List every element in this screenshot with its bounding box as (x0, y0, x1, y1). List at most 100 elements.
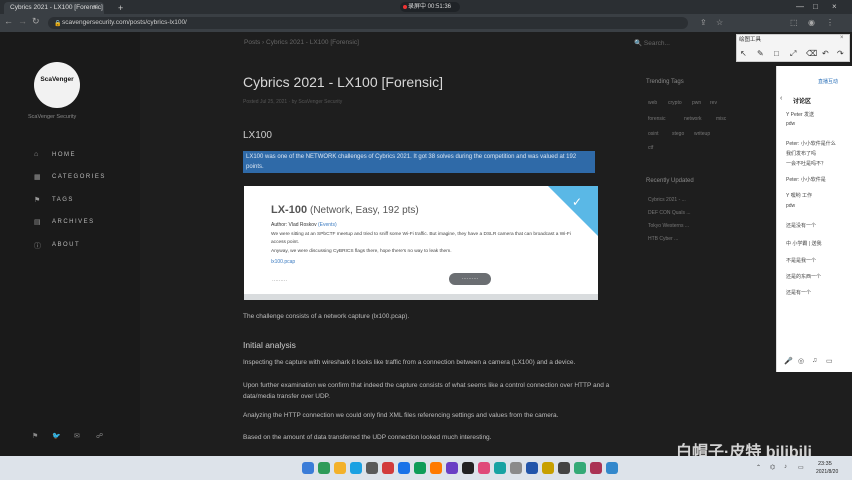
taskbar-app-icon[interactable] (606, 462, 618, 474)
minimize-button[interactable]: — (796, 2, 804, 12)
reload-icon[interactable]: ↻ (32, 16, 40, 27)
taskbar-app-icon[interactable] (590, 462, 602, 474)
site-tagline: ScaVenger Security (28, 114, 77, 120)
nav-about[interactable]: ABOUT (52, 242, 80, 248)
taskbar-app-icon[interactable] (318, 462, 330, 474)
site-logo[interactable] (34, 62, 80, 108)
tag-link[interactable]: web (648, 100, 657, 106)
submit-button[interactable]: ·········· (449, 273, 491, 285)
music-icon[interactable]: ♫ (812, 357, 817, 364)
recent-post-link[interactable]: DEF CON Quals ... (648, 210, 691, 216)
pen-icon[interactable]: ✎ (757, 49, 764, 58)
taskbar-app-icon[interactable] (430, 462, 442, 474)
chat-message: 我们发布了吗 (786, 151, 817, 157)
lock-icon[interactable]: 🔒 (54, 20, 61, 27)
tag-link[interactable]: rev (710, 100, 717, 106)
taskbar-app-icon[interactable] (414, 462, 426, 474)
tag-link[interactable]: ctf (648, 145, 653, 151)
camera-icon[interactable]: ◎ (798, 357, 804, 365)
back-arrow-icon[interactable]: ← (4, 16, 13, 26)
analysis-paragraph: Analyzing the HTTP connection we could o… (243, 412, 559, 419)
tag-link[interactable]: stego (672, 131, 684, 137)
nav-home[interactable]: HOME (52, 152, 76, 158)
recent-post-link[interactable]: Tokyo Westerns ... (648, 223, 689, 229)
tag-link[interactable]: crypto (668, 100, 682, 106)
taskbar-app-icon[interactable] (510, 462, 522, 474)
chat-tab[interactable]: 直播互动 (818, 78, 838, 85)
taskbar-app-icon[interactable] (398, 462, 410, 474)
redo-icon[interactable]: ↷ (837, 49, 844, 58)
taskbar-app-icon[interactable] (350, 462, 362, 474)
tag-link[interactable]: writeup (694, 131, 710, 137)
taskbar-app-icon[interactable] (462, 462, 474, 474)
nav-tags[interactable]: TAGS (52, 197, 74, 203)
volume-icon[interactable]: ♪ (784, 464, 787, 470)
screen-icon[interactable]: ▭ (826, 357, 833, 365)
battery-icon[interactable]: ▭ (798, 464, 804, 471)
extensions-icon[interactable]: ⬚ (790, 18, 798, 27)
network-icon[interactable]: ⌬ (770, 464, 775, 471)
star-icon[interactable]: ☆ (716, 18, 723, 27)
profile-icon[interactable]: ◉ (808, 18, 815, 27)
recent-post-link[interactable]: HTB Cyber ... (648, 236, 678, 242)
breadcrumb[interactable]: Posts › Cybrics 2021 - LX100 [Forensic] (244, 39, 359, 46)
challenge-author: Author: Vlad Roskov (271, 222, 317, 228)
taskbar-app-icon[interactable] (526, 462, 538, 474)
close-window-button[interactable]: × (832, 2, 837, 12)
forward-arrow-icon[interactable]: → (18, 16, 27, 26)
pointer-icon[interactable]: ↖ (740, 49, 747, 58)
recent-title: Recently Updated (646, 178, 694, 184)
challenge-author-link[interactable]: (Events) (318, 222, 337, 228)
toolbox-close-icon[interactable]: × (840, 35, 844, 41)
tray-chevron-icon[interactable]: ⌃ (756, 464, 761, 471)
clock-time[interactable]: 23:35 (818, 461, 832, 467)
browser-tab[interactable]: Cybrics 2021 - LX100 [Forensic] (4, 2, 104, 14)
taskbar (0, 456, 852, 480)
taskbar-app-icon[interactable] (542, 462, 554, 474)
new-tab-button[interactable]: + (118, 2, 123, 14)
chat-back-icon[interactable]: ‹ (780, 95, 782, 102)
twitter-icon[interactable]: 🐦 (52, 432, 61, 440)
taskbar-app-icon[interactable] (558, 462, 570, 474)
tag-link[interactable]: misc (716, 116, 726, 122)
challenge-file-link[interactable]: lx100.pcap (271, 259, 295, 265)
chat-message: pdw (786, 203, 796, 209)
mic-icon[interactable]: 🎤 (784, 357, 793, 365)
taskbar-app-icon[interactable] (494, 462, 506, 474)
taskbar-app-icon[interactable] (478, 462, 490, 474)
menu-icon[interactable]: ⋮ (826, 18, 834, 27)
toolbox-title: 绘图工具 (739, 37, 762, 43)
arrow-icon[interactable]: ⤢ (790, 49, 796, 59)
analysis-paragraph: Upon further examination we confirm that… (243, 382, 610, 400)
tag-link[interactable]: pwn (692, 100, 701, 106)
taskbar-app-icon[interactable] (302, 462, 314, 474)
taskbar-app-icon[interactable] (382, 462, 394, 474)
taskbar-app-icon[interactable] (446, 462, 458, 474)
search-input[interactable]: 🔍 Search... (634, 39, 670, 47)
undo-icon[interactable]: ↶ (822, 49, 829, 58)
tag-link[interactable]: forensic (648, 116, 666, 122)
flag-input[interactable]: ········· (272, 278, 287, 284)
nav-archives[interactable]: ARCHIVES (52, 219, 95, 225)
eraser-icon[interactable]: ⌫ (806, 49, 817, 58)
maximize-button[interactable]: □ (813, 2, 818, 12)
github-icon[interactable]: ⚑ (32, 432, 38, 440)
tag-link[interactable]: osint (648, 131, 659, 137)
tag-link[interactable]: network (684, 116, 702, 122)
chat-message: Y Peter 发送 (786, 112, 814, 118)
clock-date[interactable]: 2021/8/20 (816, 469, 838, 475)
taskbar-app-icon[interactable] (366, 462, 378, 474)
rss-icon[interactable]: ☍ (96, 432, 103, 440)
rectangle-icon[interactable]: □ (774, 49, 779, 58)
recent-post-link[interactable]: Cybrics 2021 - ... (648, 197, 686, 203)
email-icon[interactable]: ✉ (74, 432, 80, 440)
section-heading-lx100: LX100 (243, 130, 272, 141)
url-input[interactable]: scavengersecurity.com/posts/cybrics-lx10… (48, 17, 688, 29)
nav-categories[interactable]: CATEGORIES (52, 174, 106, 180)
check-icon: ✓ (572, 195, 583, 209)
taskbar-app-icon[interactable] (574, 462, 586, 474)
tab-close-icon[interactable]: × (93, 2, 97, 14)
taskbar-app-icon[interactable] (334, 462, 346, 474)
intro-paragraph: LX100 was one of the NETWORK challenges … (246, 154, 577, 170)
share-icon[interactable]: ⇪ (700, 18, 707, 27)
